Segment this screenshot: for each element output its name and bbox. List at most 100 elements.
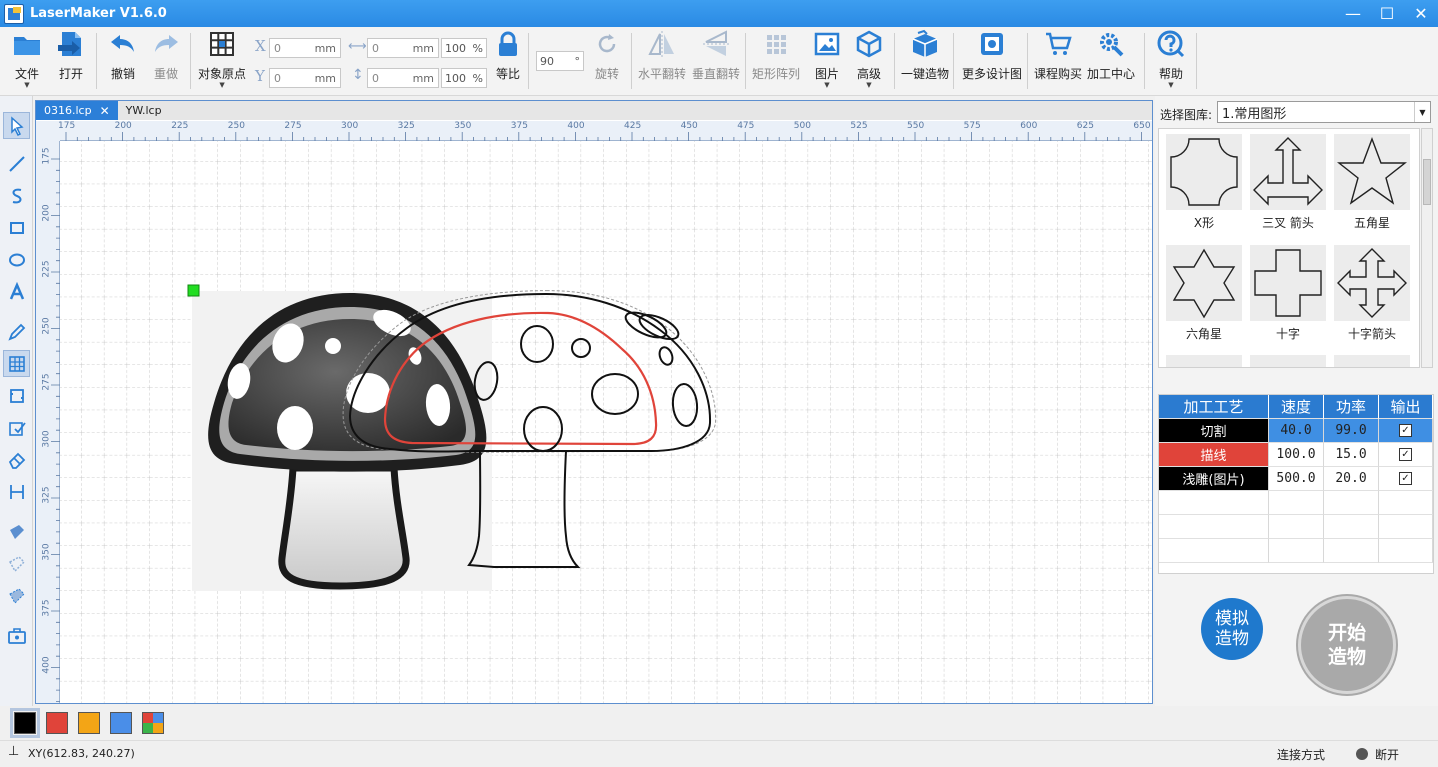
height-field[interactable]: 0 mm [367,68,439,88]
processing-center-button[interactable]: 加工中心 [1087,29,1135,82]
ruler-corner [36,121,60,141]
eraser-tool[interactable] [3,446,30,473]
library-scrollbar[interactable] [1421,128,1433,368]
selection-handle[interactable] [187,284,200,297]
status-bar: ⊥ XY(612.83, 240.27) 连接方式 断开 [0,740,1438,767]
shape-cross[interactable]: 十字 [1249,245,1327,347]
horizontal-ruler: 175 200 225 250 275 300 325 350 375 400 425 450 475 5… [58,121,1152,141]
speed-value[interactable]: 100.0 [1269,443,1324,467]
grid-tool[interactable] [3,350,30,377]
color-swatch-blue[interactable] [110,712,132,734]
rotation-angle-field[interactable]: 90 ° [536,51,584,71]
table-row[interactable]: 浅雕(图片) 500.0 20.0 ✓ [1159,467,1433,491]
lock-ratio-button[interactable]: 等比 [493,29,523,82]
start-button[interactable]: 开始 造物 [1298,596,1396,694]
shape-six-star[interactable]: 六角星 [1165,245,1243,347]
shape-partial-2[interactable] [1249,355,1327,367]
tab-yw[interactable]: YW.lcp [118,101,170,120]
tab-close-icon[interactable]: ✕ [100,104,110,118]
rotate-button[interactable]: 旋转 [592,29,622,82]
shape-partial-3[interactable] [1333,355,1411,367]
color-swatch-red[interactable] [46,712,68,734]
simulate-button[interactable]: 模拟 造物 [1201,598,1263,660]
table-row[interactable]: 描线 100.0 15.0 ✓ [1159,443,1433,467]
rectangle-tool[interactable] [3,214,30,241]
y-label: Y [255,67,265,85]
app-window: LaserMaker V1.6.0 — ☐ ✕ 文件 ▼ 打开 撤销 重做 对象… [0,0,1438,767]
image-button[interactable]: 图片 ▼ [812,29,842,89]
scale-height-field[interactable]: 100% [441,68,487,88]
speed-value[interactable]: 40.0 [1269,419,1324,443]
flip-vertical-button[interactable]: 垂直翻转 [692,29,740,82]
cursor-coordinates: XY(612.83, 240.27) [28,747,135,760]
library-select[interactable]: 1.常用图形 ▼ [1217,101,1431,123]
x-position-field[interactable]: 0 mm [269,38,341,58]
object-origin-button[interactable]: 对象原点 ▼ [198,29,246,89]
ellipse-tool[interactable] [3,246,30,273]
color-swatch-multi[interactable] [142,712,164,734]
connection-label[interactable]: 连接方式 [1277,746,1325,763]
curve-tool[interactable] [3,182,30,209]
drawing-area[interactable] [60,141,1152,703]
flip-horizontal-button[interactable]: 水平翻转 [638,29,686,82]
scale-width-field[interactable]: 100% [441,38,487,58]
mushroom-image[interactable] [192,291,492,591]
course-purchase-button[interactable]: 课程购买 [1034,29,1082,82]
main-toolbar: 文件 ▼ 打开 撤销 重做 对象原点 ▼ X 0 mm Y 0 mm ⟷ 0 m… [0,27,1438,96]
curve-icon [12,188,21,203]
advanced-button[interactable]: 高级 ▼ [854,29,884,89]
more-designs-button[interactable]: 更多设计图 [962,29,1022,82]
power-value[interactable]: 15.0 [1324,443,1379,467]
maximize-button[interactable]: ☐ [1370,0,1404,27]
edit-tool[interactable] [3,414,30,441]
color-swatch-black[interactable] [10,708,40,738]
power-value[interactable]: 99.0 [1324,419,1379,443]
speed-value[interactable]: 500.0 [1269,467,1324,491]
camera-tool[interactable] [3,622,30,649]
undo-button[interactable]: 撤销 [108,29,138,82]
help-button[interactable]: 帮助 ▼ [1156,29,1186,89]
width-field[interactable]: 0 mm [367,38,439,58]
measure-tool[interactable] [3,318,30,345]
six-point-star-icon [1172,248,1236,319]
document-tabs: 0316.lcp ✕ YW.lcp [36,101,1152,120]
shape-five-star[interactable]: 五角星 [1333,134,1411,236]
fill-option-tool[interactable] [3,550,30,577]
shape-cross-arrow[interactable]: 十字箭头 [1333,245,1411,347]
table-grid-icon [8,355,25,372]
array-grid-icon [767,35,786,54]
output-checkbox[interactable]: ✓ [1399,448,1412,461]
fill-tool[interactable] [3,518,30,545]
edit-check-icon [8,421,26,436]
shape-x[interactable]: X形 [1165,134,1243,236]
text-tool[interactable] [3,278,30,305]
one-click-make-button[interactable]: 一键造物 [901,29,949,82]
power-value[interactable]: 20.0 [1324,467,1379,491]
file-button[interactable]: 文件 ▼ [12,29,42,89]
close-button[interactable]: ✕ [1404,0,1438,27]
frame-tool[interactable] [3,382,30,409]
select-tool[interactable] [3,112,30,139]
redo-button[interactable]: 重做 [151,29,181,82]
pencil-icon [7,323,25,341]
scrollbar-thumb[interactable] [1423,159,1431,205]
folder-icon [14,37,40,55]
table-header: 加工工艺 速度 功率 输出 [1159,395,1433,419]
line-tool[interactable] [3,150,30,177]
table-row[interactable]: 切割 40.0 99.0 ✓ [1159,419,1433,443]
tab-0316[interactable]: 0316.lcp ✕ [36,101,118,120]
y-position-field[interactable]: 0 mm [269,68,341,88]
color-swatch-orange[interactable] [78,712,100,734]
height-arrow-icon: ↕ [352,67,364,83]
gear-wrench-icon [1100,33,1124,57]
align-tool[interactable] [3,478,30,505]
shape-three-way-arrow[interactable]: 三叉 箭头 [1249,134,1327,236]
open-button[interactable]: 打开 [56,29,86,82]
lock-icon [499,31,517,56]
output-checkbox[interactable]: ✓ [1399,472,1412,485]
fill-outline-tool[interactable] [3,582,30,609]
minimize-button[interactable]: — [1336,0,1370,27]
rectangular-array-button[interactable]: 矩形阵列 [752,29,800,82]
output-checkbox[interactable]: ✓ [1399,424,1412,437]
shape-partial-1[interactable] [1165,355,1243,367]
